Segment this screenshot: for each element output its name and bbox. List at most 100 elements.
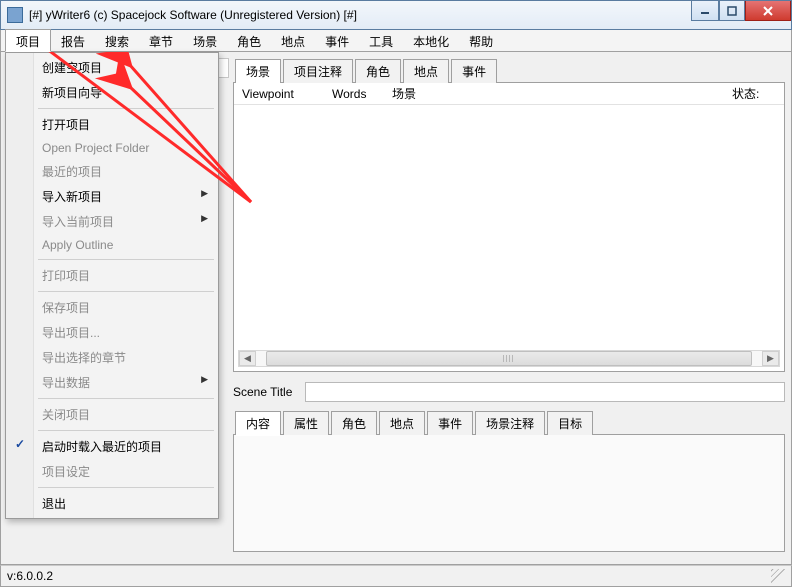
minimize-button[interactable] [691, 1, 719, 21]
menu-item-5: 最近的项目 [8, 159, 216, 184]
title-bar: [#] yWriter6 (c) Spacejock Software (Unr… [0, 0, 792, 30]
menu-separator [38, 259, 214, 260]
menu-item-label: 关闭项目 [42, 408, 90, 422]
menu-item-label: 导出项目... [42, 326, 100, 340]
menu-item-label: 导入当前项目 [42, 215, 114, 229]
scene-title-row: Scene Title [233, 382, 785, 402]
menu-帮助[interactable]: 帮助 [459, 30, 503, 51]
menu-工具[interactable]: 工具 [359, 30, 403, 51]
lower-tab-5[interactable]: 场景注释 [475, 411, 545, 435]
scroll-thumb[interactable] [266, 351, 752, 366]
lower-tab-1[interactable]: 属性 [283, 411, 329, 435]
menu-item-15: 导出数据 [8, 370, 216, 395]
menu-item-14: 导出选择的章节 [8, 345, 216, 370]
upper-tabstrip: 场景项目注释角色地点事件 [233, 59, 785, 83]
check-icon: ✓ [15, 437, 25, 451]
menu-item-label: 导入新项目 [42, 190, 102, 204]
minimize-icon [700, 6, 710, 16]
client-area: P 创建空项目新项目向导打开项目Open Project Folder最近的项目… [0, 52, 792, 565]
menu-separator [38, 398, 214, 399]
menu-报告[interactable]: 报告 [51, 30, 95, 51]
menu-item-12: 保存项目 [8, 295, 216, 320]
menu-separator [38, 291, 214, 292]
menu-separator [38, 487, 214, 488]
menu-item-label: 项目设定 [42, 465, 90, 479]
column-viewpoint[interactable]: Viewpoint [234, 84, 324, 104]
menu-item-0[interactable]: 创建空项目 [8, 55, 216, 80]
menu-item-label: 打开项目 [42, 118, 90, 132]
menu-item-7: 导入当前项目 [8, 209, 216, 234]
lower-tab-2[interactable]: 角色 [331, 411, 377, 435]
scroll-track[interactable] [256, 351, 762, 366]
menu-item-8: Apply Outline [8, 234, 216, 256]
upper-tab-2[interactable]: 角色 [355, 59, 401, 83]
menu-item-6[interactable]: 导入新项目 [8, 184, 216, 209]
menu-项目[interactable]: 项目 [5, 29, 51, 52]
menu-item-10: 打印项目 [8, 263, 216, 288]
window-title: [#] yWriter6 (c) Spacejock Software (Unr… [29, 8, 357, 22]
upper-tab-3[interactable]: 地点 [403, 59, 449, 83]
scene-title-label: Scene Title [233, 385, 305, 399]
close-button[interactable] [745, 1, 791, 21]
menu-item-label: 退出 [42, 497, 66, 511]
upper-section: 场景项目注释角色地点事件 Viewpoint Words 场景 状态: ◀ ▶ … [233, 58, 785, 402]
menu-搜索[interactable]: 搜索 [95, 30, 139, 51]
menu-章节[interactable]: 章节 [139, 30, 183, 51]
status-bar: v:6.0.0.2 [0, 565, 792, 587]
menu-item-label: Apply Outline [42, 238, 113, 252]
version-label: v:6.0.0.2 [7, 569, 53, 583]
column-scene[interactable]: 场景 [384, 82, 724, 105]
maximize-icon [727, 6, 737, 16]
menu-item-label: 新项目向导 [42, 86, 102, 100]
right-pane: 场景项目注释角色地点事件 Viewpoint Words 场景 状态: ◀ ▶ … [233, 58, 785, 558]
scroll-left-button[interactable]: ◀ [239, 351, 256, 366]
menu-地点[interactable]: 地点 [271, 30, 315, 51]
menu-item-19[interactable]: ✓ 启动时载入最近的项目 [8, 434, 216, 459]
menu-item-label: 启动时载入最近的项目 [42, 440, 162, 454]
menu-item-label: 导出数据 [42, 376, 90, 390]
menu-场景[interactable]: 场景 [183, 30, 227, 51]
horizontal-scrollbar[interactable]: ◀ ▶ [238, 350, 780, 367]
menu-item-label: 打印项目 [42, 269, 90, 283]
upper-tab-4[interactable]: 事件 [451, 59, 497, 83]
column-words[interactable]: Words [324, 84, 384, 104]
resize-grip[interactable] [771, 569, 785, 583]
content-panel[interactable] [233, 434, 785, 552]
menu-item-13: 导出项目... [8, 320, 216, 345]
window-controls [691, 1, 791, 21]
maximize-button[interactable] [719, 1, 745, 21]
menu-item-label: 保存项目 [42, 301, 90, 315]
scene-list-header: Viewpoint Words 场景 状态: [234, 83, 784, 105]
menu-item-label: 创建空项目 [42, 61, 102, 75]
lower-tab-3[interactable]: 地点 [379, 411, 425, 435]
menu-item-17: 关闭项目 [8, 402, 216, 427]
menu-item-4: Open Project Folder [8, 137, 216, 159]
lower-tab-0[interactable]: 内容 [235, 411, 281, 435]
close-icon [762, 6, 774, 16]
project-menu-dropdown: 创建空项目新项目向导打开项目 Open Project Folder 最近的项目导入… [5, 52, 219, 519]
scroll-right-button[interactable]: ▶ [762, 351, 779, 366]
upper-tab-1[interactable]: 项目注释 [283, 59, 353, 83]
lower-tab-4[interactable]: 事件 [427, 411, 473, 435]
menu-item-label: 导出选择的章节 [42, 351, 126, 365]
menu-separator [38, 430, 214, 431]
upper-tab-0[interactable]: 场景 [235, 59, 281, 83]
app-icon [7, 7, 23, 23]
scene-title-input[interactable] [305, 382, 785, 402]
scene-list-panel: Viewpoint Words 场景 状态: ◀ ▶ [233, 82, 785, 372]
menu-事件[interactable]: 事件 [315, 30, 359, 51]
menu-本地化[interactable]: 本地化 [403, 30, 459, 51]
menu-item-3[interactable]: 打开项目 [8, 112, 216, 137]
lower-tab-6[interactable]: 目标 [547, 411, 593, 435]
menu-item-1[interactable]: 新项目向导 [8, 80, 216, 105]
menu-角色[interactable]: 角色 [227, 30, 271, 51]
lower-section: 内容属性角色地点事件场景注释目标 [233, 410, 785, 552]
menu-bar: 项目报告搜索章节场景角色地点事件工具本地化帮助 [0, 30, 792, 52]
menu-item-label: Open Project Folder [42, 141, 149, 155]
column-status[interactable]: 状态: [724, 82, 784, 105]
menu-item-22[interactable]: 退出 [8, 491, 216, 516]
menu-item-20: 项目设定 [8, 459, 216, 484]
menu-separator [38, 108, 214, 109]
lower-tabstrip: 内容属性角色地点事件场景注释目标 [233, 411, 785, 435]
menu-item-label: 最近的项目 [42, 165, 102, 179]
